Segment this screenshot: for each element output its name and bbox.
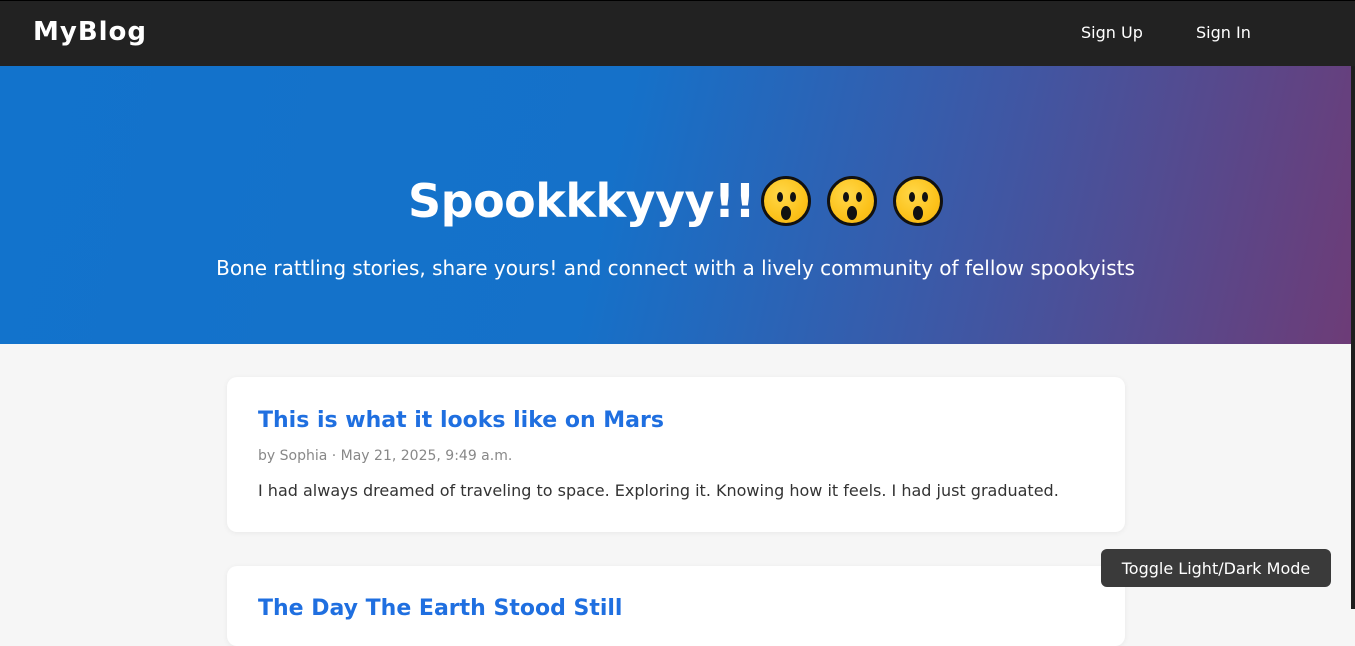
post-title-link[interactable]: This is what it looks like on Mars	[258, 408, 664, 433]
hero-subtitle: Bone rattling stories, share yours! and …	[216, 256, 1135, 280]
post-card: This is what it looks like on Mars by So…	[227, 377, 1125, 532]
astonished-face-icon	[826, 176, 877, 226]
brand-logo-link[interactable]: MyBlog	[33, 17, 147, 47]
sign-up-link[interactable]: Sign Up	[1081, 23, 1143, 42]
top-navbar: MyBlog Sign Up Sign In	[0, 0, 1355, 66]
post-card: The Day The Earth Stood Still	[227, 566, 1125, 646]
sign-in-link[interactable]: Sign In	[1196, 23, 1251, 42]
post-meta: by Sophia · May 21, 2025, 9:49 a.m.	[258, 448, 513, 464]
post-excerpt: I had always dreamed of traveling to spa…	[258, 481, 1059, 500]
astonished-face-icon	[892, 176, 943, 226]
hero-banner: Spookkkyyy!! Bone rattling stories, shar…	[0, 66, 1351, 344]
hero-title-row: Spookkkyyy!!	[0, 174, 1351, 228]
astonished-face-icon	[760, 176, 811, 226]
window-edge	[1351, 66, 1355, 609]
emoji-group	[760, 176, 943, 226]
hero-title: Spookkkyyy!!	[408, 174, 755, 228]
theme-toggle-button[interactable]: Toggle Light/Dark Mode	[1101, 549, 1331, 587]
